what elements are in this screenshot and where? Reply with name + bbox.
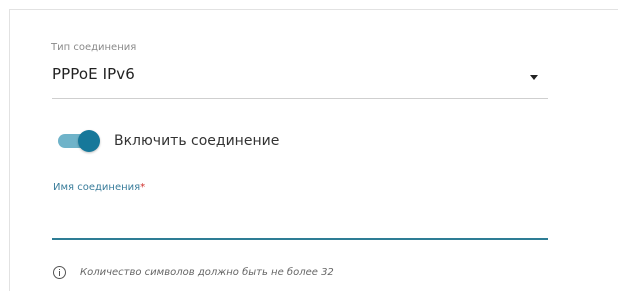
enable-connection-row: Включить соединение: [56, 128, 279, 154]
toggle-knob: [78, 130, 100, 152]
hint-text: Количество символов должно быть не более…: [80, 267, 334, 278]
info-icon: [53, 266, 66, 279]
chevron-down-icon: [530, 75, 538, 80]
required-asterisk: *: [140, 182, 146, 193]
enable-connection-toggle[interactable]: [56, 129, 100, 153]
connection-type-label: Тип соединения: [51, 42, 137, 53]
character-limit-hint: Количество символов должно быть не более…: [53, 266, 334, 279]
enable-connection-label: Включить соединение: [114, 133, 280, 149]
connection-name-input[interactable]: [52, 196, 548, 240]
connection-type-value: PPPoE IPv6: [52, 65, 135, 83]
connection-name-label-text: Имя соединения: [53, 182, 141, 193]
page: Тип соединения PPPoE IPv6 Включить соеди…: [0, 0, 618, 291]
connection-name-label: Имя соединения*: [53, 182, 145, 193]
connection-type-select[interactable]: PPPoE IPv6: [52, 55, 548, 99]
